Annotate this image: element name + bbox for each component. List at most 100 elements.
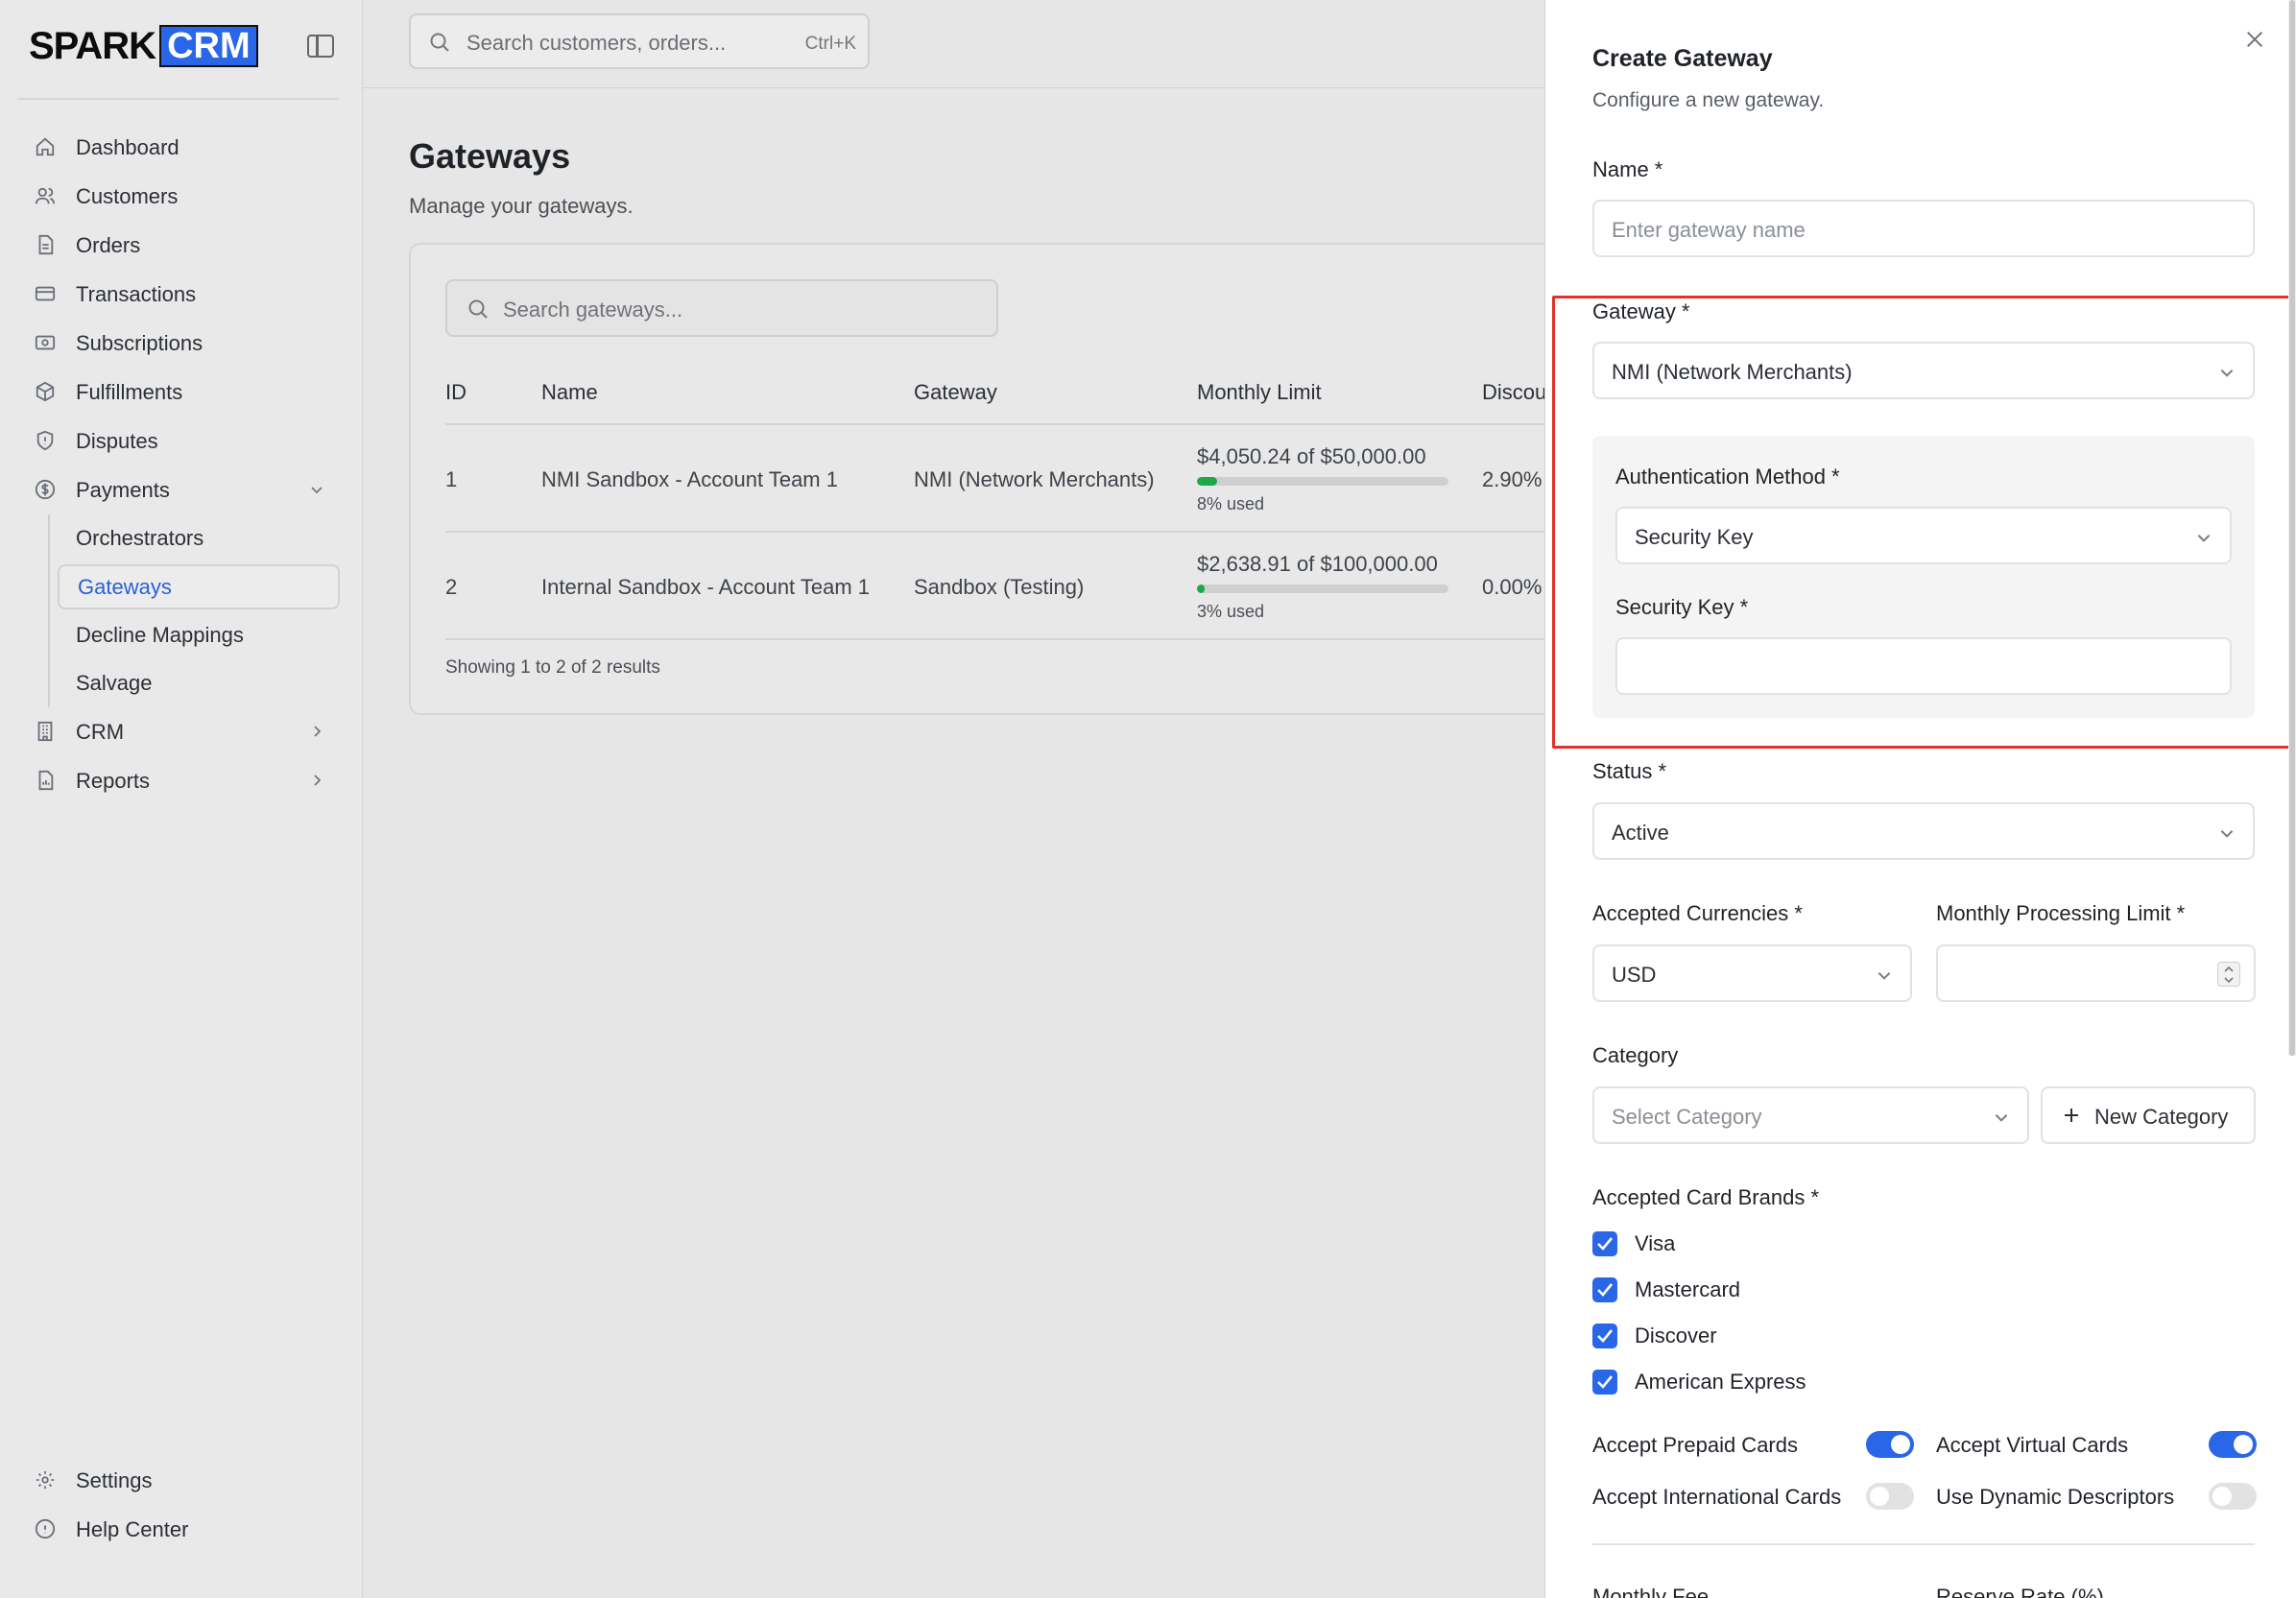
brand-logo[interactable]: SPARK CRM: [29, 25, 258, 67]
column-header-discount[interactable]: Discou: [1482, 380, 1546, 405]
sidebar-item-crm[interactable]: CRM: [0, 707, 363, 756]
page-subtitle: Manage your gateways.: [409, 194, 634, 218]
processing-limit-input[interactable]: [1936, 944, 2256, 1002]
sidebar-item-orchestrators[interactable]: Orchestrators: [50, 514, 363, 562]
search-shortcut: Ctrl+K: [804, 34, 856, 54]
sidebar-item-label: Disputes: [76, 428, 158, 453]
toggle-accept-international[interactable]: [1866, 1483, 1914, 1510]
auth-method-value: Security Key: [1635, 525, 1754, 549]
gateway-label: Gateway *: [1592, 299, 1690, 323]
chevron-down-icon: [311, 487, 323, 494]
sidebar-item-reports[interactable]: Reports: [0, 756, 363, 805]
category-label: Category: [1592, 1043, 1679, 1067]
building-icon: [37, 721, 53, 742]
status-label: Status *: [1592, 759, 1667, 783]
sidebar-item-label: CRM: [76, 719, 125, 744]
table-search-input[interactable]: Search gateways...: [445, 279, 998, 337]
name-label: Name *: [1592, 157, 1663, 181]
checkbox-checked[interactable]: [1592, 1370, 1617, 1395]
toggle-dynamic-descriptors[interactable]: [2209, 1483, 2257, 1510]
toggle-accept-prepaid[interactable]: [1866, 1431, 1914, 1458]
table-row-divider: [445, 638, 1559, 640]
sidebar-item-payments[interactable]: Payments: [0, 465, 363, 514]
card-brand-discover[interactable]: Discover: [1592, 1323, 1717, 1349]
sidebar-item-orders[interactable]: Orders: [0, 221, 363, 270]
row-id: 2: [445, 575, 458, 599]
sidebar-item-help-center[interactable]: Help Center: [0, 1505, 363, 1554]
global-search-input[interactable]: Search customers, orders... Ctrl+K: [409, 13, 870, 69]
search-icon: [468, 299, 488, 319]
row-limit-total: $100,000.00: [1320, 552, 1438, 576]
checkbox-checked[interactable]: [1592, 1324, 1617, 1348]
gateway-select[interactable]: NMI (Network Merchants): [1592, 342, 2255, 399]
checkbox-checked[interactable]: [1592, 1277, 1617, 1302]
check-icon: [1597, 1375, 1614, 1389]
card-brand-visa[interactable]: Visa: [1592, 1230, 1675, 1257]
new-category-label: New Category: [2094, 1105, 2229, 1129]
sidebar-item-label: Payments: [76, 477, 170, 502]
sidebar-item-label: Settings: [76, 1467, 153, 1492]
chevron-down-icon: [2197, 535, 2211, 542]
card-brand-mastercard[interactable]: Mastercard: [1592, 1276, 1740, 1303]
chevron-down-icon: [2220, 830, 2234, 838]
checkbox-checked[interactable]: [1592, 1231, 1617, 1256]
new-category-button[interactable]: New Category: [2041, 1086, 2256, 1144]
security-key-input[interactable]: [1615, 637, 2232, 695]
sidebar-item-label: Customers: [76, 183, 179, 208]
sidebar-item-fulfillments[interactable]: Fulfillments: [0, 368, 363, 417]
usage-progress-bar: [1197, 584, 1448, 593]
sidebar-toggle-icon[interactable]: [307, 35, 334, 58]
sidebar-item-subscriptions[interactable]: Subscriptions: [0, 319, 363, 368]
toggle-accept-virtual[interactable]: [2209, 1431, 2257, 1458]
sidebar-item-disputes[interactable]: Disputes: [0, 417, 363, 465]
sidebar-item-transactions[interactable]: Transactions: [0, 270, 363, 319]
sidebar-item-label: Gateways: [78, 574, 172, 599]
card-brand-label: Mastercard: [1635, 1277, 1741, 1301]
sidebar-item-customers[interactable]: Customers: [0, 172, 363, 221]
brand-crm: CRM: [159, 25, 258, 67]
table-search-placeholder: Search gateways...: [503, 298, 683, 322]
file-icon: [38, 234, 54, 255]
row-used-label: 8% used: [1197, 494, 1265, 513]
toggle-knob: [2234, 1435, 2253, 1454]
sidebar-item-salvage[interactable]: Salvage: [50, 659, 363, 707]
sidebar-item-gateways[interactable]: Gateways: [58, 564, 340, 609]
gateway-value: NMI (Network Merchants): [1612, 360, 1853, 384]
name-input[interactable]: Enter gateway name: [1592, 200, 2255, 257]
scrollbar-thumb[interactable]: [2289, 0, 2295, 1056]
column-header-id[interactable]: ID: [445, 380, 466, 405]
usage-progress-bar: [1197, 477, 1448, 486]
drawer-scrollbar[interactable]: [2288, 0, 2296, 1056]
usage-progress-fill: [1197, 477, 1217, 486]
close-icon[interactable]: [2244, 29, 2265, 50]
sidebar-item-decline-mappings[interactable]: Decline Mappings: [50, 611, 363, 659]
sidebar-item-dashboard[interactable]: Dashboard: [0, 123, 363, 172]
row-limit-of: of: [1297, 552, 1315, 576]
card-brand-amex[interactable]: American Express: [1592, 1369, 1806, 1395]
number-stepper[interactable]: [2217, 962, 2240, 987]
card-brands-label: Accepted Card Brands *: [1592, 1185, 1820, 1209]
security-key-label: Security Key *: [1615, 595, 1749, 619]
auth-method-select[interactable]: Security Key: [1615, 507, 2232, 564]
row-gateway: Sandbox (Testing): [914, 575, 1085, 599]
column-header-monthly-limit[interactable]: Monthly Limit: [1197, 380, 1322, 405]
column-header-gateway[interactable]: Gateway: [914, 380, 997, 405]
currencies-select[interactable]: USD: [1592, 944, 1912, 1002]
column-header-name[interactable]: Name: [541, 380, 598, 405]
category-placeholder: Select Category: [1612, 1105, 1762, 1129]
search-icon: [430, 33, 449, 52]
status-select[interactable]: Active: [1592, 802, 2255, 860]
global-search-placeholder: Search customers, orders...: [466, 31, 727, 55]
drawer-title: Create Gateway: [1592, 45, 1773, 72]
row-limit-amount: $2,638.91 of $100,000.00: [1197, 552, 1438, 577]
category-select[interactable]: Select Category: [1592, 1086, 2029, 1144]
toggle-knob: [1891, 1435, 1910, 1454]
chevron-down-icon: [2224, 977, 2234, 984]
sidebar-item-settings[interactable]: Settings: [0, 1456, 363, 1505]
toggle-knob: [1870, 1487, 1889, 1506]
row-gateway: NMI (Network Merchants): [914, 467, 1155, 491]
row-name: NMI Sandbox - Account Team 1: [541, 467, 838, 491]
sidebar-item-label: Help Center: [76, 1516, 189, 1541]
table-row-divider: [445, 531, 1559, 533]
payments-subnav: Orchestrators Gateways Decline Mappings …: [48, 514, 363, 707]
